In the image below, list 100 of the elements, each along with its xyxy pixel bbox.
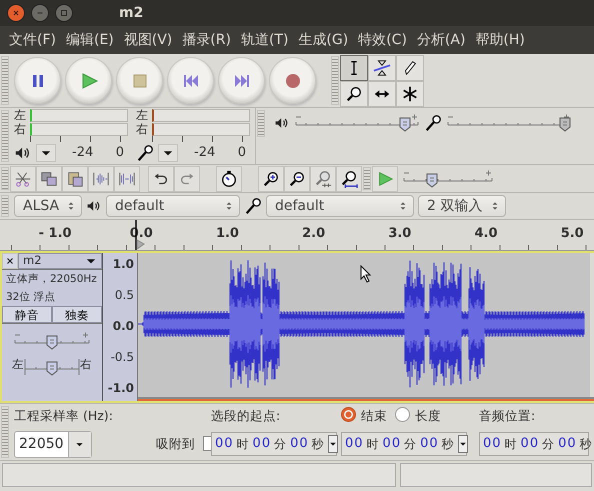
sample-rate-combo[interactable]: 22050 bbox=[14, 430, 92, 458]
ruler-label: - 1.0 bbox=[38, 226, 72, 241]
selection-tool[interactable] bbox=[340, 54, 368, 80]
play-button[interactable] bbox=[65, 57, 112, 104]
playback-volume-slider[interactable] bbox=[294, 114, 420, 132]
close-icon bbox=[5, 256, 15, 266]
scale-label: -0.5 bbox=[110, 349, 134, 366]
input-channels-select[interactable]: 2 双输入 bbox=[418, 195, 506, 217]
window-maximize-button[interactable] bbox=[55, 4, 73, 22]
meter-menu-button[interactable] bbox=[36, 144, 56, 162]
pan-slider[interactable] bbox=[24, 358, 80, 376]
slider-thumb[interactable] bbox=[426, 172, 438, 188]
toolbar-grip[interactable] bbox=[1, 167, 9, 190]
audio-host-select[interactable]: ALSA bbox=[14, 195, 82, 217]
track-info: 32位 浮点 bbox=[5, 290, 57, 305]
skip-to-end-button[interactable] bbox=[218, 57, 265, 104]
paste-button[interactable] bbox=[62, 166, 88, 192]
radio-option[interactable]: 长度 bbox=[395, 406, 441, 426]
zoom-tool[interactable] bbox=[340, 80, 368, 106]
meter-scale-label: -24 bbox=[72, 144, 94, 162]
toolbar-grip[interactable] bbox=[363, 167, 371, 190]
sample-rate-label: 工程采样率 (Hz): bbox=[14, 406, 114, 425]
record-button[interactable] bbox=[269, 57, 316, 104]
multi-tool[interactable] bbox=[396, 80, 424, 106]
track-close-button[interactable] bbox=[2, 253, 18, 269]
caret-icon bbox=[328, 440, 337, 448]
time-display[interactable]: 00 时 00 分 00 秒 bbox=[341, 432, 467, 456]
input-device-select[interactable]: default bbox=[266, 195, 414, 217]
menu-item[interactable]: 分析(A) bbox=[412, 30, 470, 50]
playback-speed-slider[interactable] bbox=[402, 170, 494, 188]
trim-button[interactable] bbox=[88, 166, 114, 192]
meter-scale-label: 0 bbox=[116, 144, 124, 162]
asterisk-icon bbox=[401, 84, 419, 102]
toolbar-grip[interactable] bbox=[1, 406, 9, 458]
solo-button[interactable]: 独奏 bbox=[52, 306, 102, 323]
channel-label: 右 bbox=[136, 122, 149, 136]
silence-icon bbox=[118, 170, 136, 188]
mute-button[interactable]: 静音 bbox=[2, 306, 52, 323]
slider-thumb[interactable] bbox=[46, 361, 58, 376]
zoom-in-button[interactable] bbox=[258, 166, 284, 192]
track-info: 立体声，22050Hz bbox=[5, 272, 98, 287]
pan-right-label: 右 bbox=[80, 356, 92, 374]
toolbar-grip[interactable] bbox=[1, 56, 9, 105]
toolbar-grip[interactable] bbox=[1, 110, 9, 162]
skip-to-start-button[interactable] bbox=[167, 57, 214, 104]
cut-button[interactable] bbox=[10, 166, 36, 192]
slider-thumb[interactable] bbox=[559, 116, 571, 132]
pause-button[interactable] bbox=[14, 57, 61, 104]
copy-icon bbox=[40, 170, 58, 188]
menu-item[interactable]: 轨道(T) bbox=[236, 30, 294, 50]
window-minimize-button[interactable] bbox=[31, 4, 49, 22]
scale-label: -1.0 bbox=[108, 380, 134, 397]
toolbar-grip[interactable] bbox=[257, 110, 265, 137]
zoom-width-icon bbox=[340, 170, 358, 188]
ruler-label: 2.0 bbox=[302, 226, 326, 241]
toolbar-grip[interactable] bbox=[331, 56, 339, 105]
maximize-icon bbox=[59, 8, 69, 18]
draw-tool[interactable] bbox=[396, 54, 424, 80]
fit-project-button[interactable] bbox=[336, 166, 362, 192]
slider-thumb[interactable] bbox=[46, 335, 58, 350]
magnifier-icon bbox=[345, 84, 363, 102]
zoom-out-button[interactable] bbox=[284, 166, 310, 192]
timer-button[interactable] bbox=[216, 166, 242, 192]
track-name-menu[interactable]: m2 bbox=[18, 253, 102, 269]
toolbar-grip[interactable] bbox=[1, 195, 9, 217]
meter-menu-button[interactable] bbox=[158, 144, 178, 162]
menu-item[interactable]: 特效(C) bbox=[353, 30, 412, 50]
menu-item[interactable]: 文件(F) bbox=[4, 30, 61, 50]
menu-item[interactable]: 视图(V) bbox=[118, 30, 178, 50]
menu-item[interactable]: 生成(G) bbox=[293, 30, 354, 50]
close-icon bbox=[11, 8, 21, 18]
menu-item[interactable]: 播录(R) bbox=[177, 30, 236, 50]
stopwatch-icon bbox=[220, 170, 238, 188]
trim-icon bbox=[92, 170, 110, 188]
copy-button[interactable] bbox=[36, 166, 62, 192]
window-close-button[interactable] bbox=[7, 4, 25, 22]
ruler-label: 1.0 bbox=[216, 226, 239, 241]
undo-button[interactable] bbox=[148, 166, 174, 192]
silence-button[interactable] bbox=[114, 166, 140, 192]
scale-label: 1.0 bbox=[112, 256, 134, 273]
slider-thumb[interactable] bbox=[399, 116, 412, 132]
envelope-tool[interactable] bbox=[368, 54, 396, 80]
microphone-icon bbox=[136, 144, 154, 162]
channel-label: 右 bbox=[14, 122, 27, 136]
gain-slider[interactable] bbox=[13, 332, 91, 350]
waveform-drawing[interactable] bbox=[138, 253, 590, 398]
zoom-out-icon bbox=[288, 170, 306, 188]
time-shift-tool[interactable] bbox=[368, 80, 396, 106]
menu-item[interactable]: 编辑(E) bbox=[60, 30, 119, 50]
menu-item[interactable]: 帮助(H) bbox=[470, 30, 530, 50]
output-device-select[interactable]: default bbox=[106, 195, 240, 217]
microphone-icon bbox=[244, 197, 262, 215]
play-at-speed-button[interactable] bbox=[372, 166, 398, 192]
paste-icon bbox=[66, 170, 84, 188]
time-display[interactable]: 00 时 00 分 00 秒 bbox=[479, 432, 589, 456]
recording-volume-slider[interactable] bbox=[446, 114, 572, 132]
radio-option[interactable]: 结束 bbox=[341, 406, 387, 426]
window-title: m2 bbox=[119, 4, 144, 22]
time-display[interactable]: 00 时 00 分 00 秒 bbox=[211, 432, 337, 456]
ruler-label: 5.0 bbox=[560, 226, 584, 241]
